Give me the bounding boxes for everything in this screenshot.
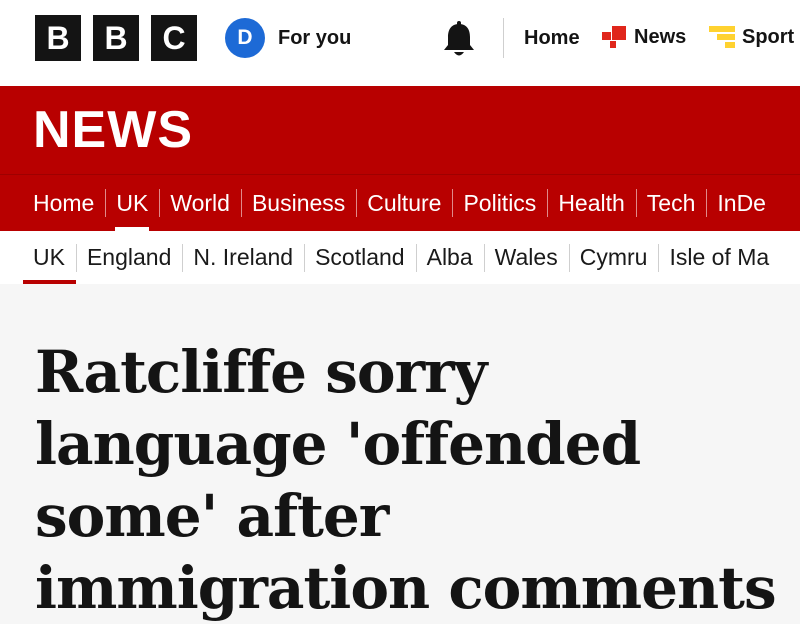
sub-nav-england[interactable]: England <box>75 231 182 284</box>
for-you-label: For you <box>278 26 352 49</box>
avatar: D <box>225 18 265 58</box>
sub-nav-n-ireland[interactable]: N. Ireland <box>182 231 304 284</box>
top-bar-divider <box>503 18 504 58</box>
bell-icon[interactable] <box>440 20 478 60</box>
section-nav-home[interactable]: Home <box>22 175 105 231</box>
section-nav-tech[interactable]: Tech <box>635 175 707 231</box>
section-nav-uk[interactable]: UK <box>105 175 159 231</box>
section-nav-health[interactable]: Health <box>547 175 635 231</box>
news-icon <box>602 26 626 48</box>
for-you-button[interactable]: D For you <box>225 18 351 58</box>
top-nav-home-link[interactable]: Home <box>524 27 580 50</box>
bbc-logo-letter: C <box>151 15 197 61</box>
top-nav-news-link[interactable]: News <box>601 24 686 50</box>
top-nav-news-label: News <box>634 25 687 48</box>
bbc-logo-letter: B <box>35 15 81 61</box>
article-headline: Ratcliffe sorry language 'offended some'… <box>35 338 777 622</box>
top-nav-sport-label: Sport <box>742 25 795 48</box>
news-masthead-title[interactable]: NEWS <box>33 100 193 160</box>
bbc-logo-letter: B <box>93 15 139 61</box>
top-nav-sport-link[interactable]: Sport <box>708 24 794 50</box>
section-nav-business[interactable]: Business <box>240 175 356 231</box>
sub-nav-alba[interactable]: Alba <box>415 231 484 284</box>
news-masthead: NEWS <box>0 86 800 174</box>
sub-nav-wales[interactable]: Wales <box>483 231 569 284</box>
sport-icon <box>709 26 735 48</box>
bbc-logo[interactable]: B B C <box>35 15 197 61</box>
section-nav: Home UK World Business Culture Politics … <box>0 174 800 231</box>
sub-nav-cymru[interactable]: Cymru <box>568 231 659 284</box>
sub-nav-isle-of-man[interactable]: Isle of Ma <box>658 231 780 284</box>
top-bar: B B C D For you Home News Sport <box>0 0 800 86</box>
sub-nav-scotland[interactable]: Scotland <box>304 231 416 284</box>
sub-nav-uk[interactable]: UK <box>22 231 76 284</box>
section-nav-indepth[interactable]: InDe <box>706 175 777 231</box>
uk-sub-nav: UK England N. Ireland Scotland Alba Wale… <box>0 231 800 284</box>
section-nav-politics[interactable]: Politics <box>452 175 547 231</box>
section-nav-culture[interactable]: Culture <box>356 175 452 231</box>
section-nav-world[interactable]: World <box>159 175 241 231</box>
